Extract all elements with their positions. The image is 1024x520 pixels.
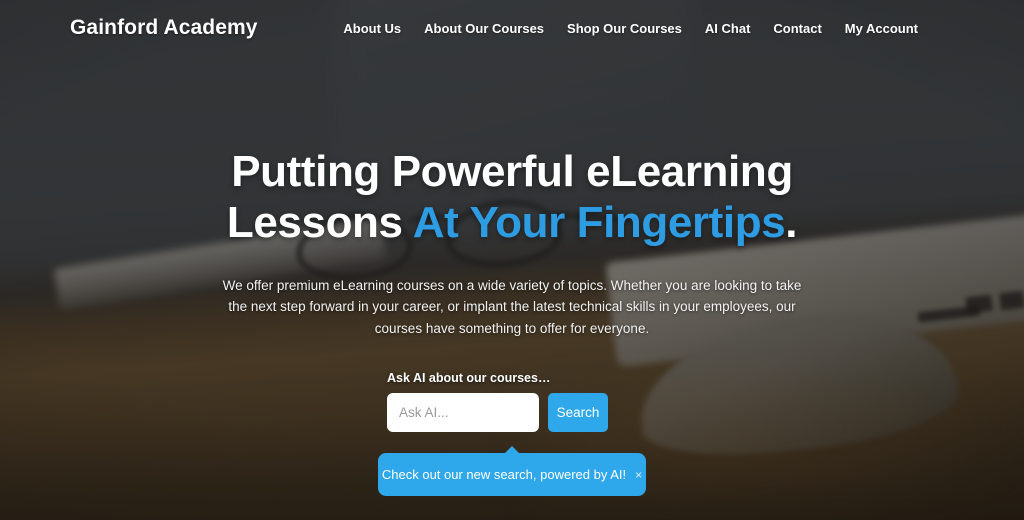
headline-text-accent: At Your Fingertips [412,198,786,248]
brand-logo[interactable]: Gainford Academy [70,16,258,40]
headline-text-period: . [785,198,798,248]
close-icon[interactable]: × [635,469,642,481]
page-title: Putting Powerful eLearning Lessons At Yo… [192,146,832,249]
hero-section: Gainford Academy About Us About Our Cour… [0,0,1024,520]
nav-link-my-account[interactable]: My Account [845,21,918,36]
navbar: Gainford Academy About Us About Our Cour… [0,0,1024,56]
hero-subcopy: We offer premium eLearning courses on a … [222,277,802,336]
search-button[interactable]: Search [548,393,608,433]
nav-link-about-us[interactable]: About Us [343,21,401,36]
nav-link-contact[interactable]: Contact [773,21,821,36]
search-label: Ask AI about our courses… [387,371,551,386]
hero-content: Putting Powerful eLearning Lessons At Yo… [0,0,1024,520]
ai-search-notice-tooltip: Check out our new search, powered by AI!… [378,446,646,497]
nav-link-shop-our-courses[interactable]: Shop Our Courses [567,21,682,36]
nav-links: About Us About Our Courses Shop Our Cour… [343,21,968,36]
search-input[interactable] [387,393,539,433]
tooltip-arrow-icon [504,446,520,455]
nav-link-ai-chat[interactable]: AI Chat [705,21,751,36]
ai-search-widget: Ask AI about our courses… Search [387,371,637,433]
notice-text: Check out our new search, powered by AI! [381,467,627,483]
nav-link-about-our-courses[interactable]: About Our Courses [424,21,544,36]
search-row: Search [387,393,637,433]
